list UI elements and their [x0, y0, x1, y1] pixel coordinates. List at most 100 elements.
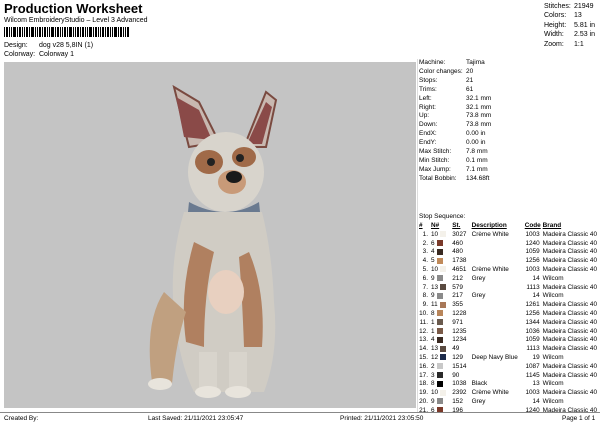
code: 19	[532, 354, 540, 362]
page-footer: Created By: Last Saved: 21/11/2021 23:05…	[0, 412, 600, 425]
stop-sequence-table: # N# St. Description Code Brand 1. 10 3027…	[419, 221, 597, 415]
needle-number: 8	[431, 309, 452, 318]
needle-number: 9	[431, 292, 452, 301]
stitch-count: 212	[452, 274, 463, 282]
color-swatch	[436, 319, 443, 326]
barcode	[4, 27, 129, 37]
info-row: Trims: 61	[419, 85, 474, 93]
info-row: Machine: Tajima	[419, 59, 485, 66]
description	[472, 344, 525, 353]
stat-height: Height: 5.81 in	[544, 21, 596, 29]
colorway-value: Colorway 1	[38, 51, 74, 58]
code: 1059	[525, 336, 540, 344]
stitch-count: 152	[452, 398, 463, 406]
needle-number: 9	[431, 274, 452, 283]
table-row: 15. 12 129 Deep Navy Blue 19 Wilcom	[419, 353, 597, 362]
brand: Madeira Classic 40	[542, 345, 597, 353]
brand: Madeira Classic 40	[542, 266, 597, 274]
info-row: EndY: 0.00 in	[419, 139, 486, 147]
brand: Madeira Classic 40	[542, 310, 597, 318]
brand: Wilcom	[542, 354, 564, 362]
description: Grey	[471, 398, 486, 406]
stitch-count: 129	[452, 354, 463, 362]
description	[472, 336, 525, 345]
table-row: 5. 10 4651 Crème White 1003 Madeira Classic 4…	[419, 265, 597, 274]
description: Crème White	[471, 230, 509, 238]
code: 14	[532, 398, 540, 406]
seq-number: 2.	[422, 239, 428, 247]
needle-number: 13	[431, 283, 452, 292]
color-swatch	[440, 345, 447, 352]
design-label: Design:	[4, 42, 28, 49]
info-row: Up: 73.8 mm	[419, 112, 492, 120]
description	[472, 283, 525, 292]
last-saved: Last Saved: 21/11/2021 23:05:47	[148, 415, 244, 422]
code: 1113	[526, 283, 540, 291]
col-header: Code	[524, 222, 541, 229]
col-header: Description	[471, 222, 507, 229]
info-row: Down: 73.8 mm	[419, 121, 492, 129]
stitch-count: 1228	[452, 310, 467, 318]
color-swatch	[440, 266, 447, 273]
table-row: 13. 4 1234 1059 Madeira Classic 40	[419, 336, 597, 345]
needle-number: 9	[431, 397, 452, 406]
brand: Wilcom	[542, 274, 564, 282]
seq-number: 12.	[419, 327, 428, 335]
needle-number: 6	[431, 239, 452, 248]
design-stats: Stitches: 21949 Colors: 13 Height: 5.81 in …	[544, 2, 595, 49]
brand: Madeira Classic 40	[542, 327, 597, 335]
color-swatch	[436, 248, 443, 255]
color-swatch	[436, 257, 443, 264]
brand: Madeira Classic 40	[542, 283, 597, 291]
created-by: Created By:	[4, 415, 39, 422]
info-row: Color changes: 20	[419, 67, 474, 75]
color-swatch	[440, 231, 447, 238]
needle-number: 1	[431, 327, 452, 336]
table-row: 3. 4 480 1059 Madeira Classic 40	[419, 248, 597, 257]
info-row: Right: 32.1 mm	[419, 103, 492, 111]
stitch-count: 1234	[452, 336, 467, 344]
description	[472, 371, 525, 380]
brand: Madeira Classic 40	[542, 362, 597, 370]
stitch-count: 90	[452, 371, 460, 379]
seq-number: 4.	[422, 257, 428, 265]
table-row: 16. 2 1514 1087 Madeira Classic 40	[419, 362, 597, 371]
stop-sequence-title: Stop Sequence:	[419, 213, 466, 220]
code: 1003	[525, 230, 540, 238]
seq-number: 11.	[419, 318, 428, 326]
stitch-count: 480	[452, 248, 463, 256]
table-row: 8. 9 217 Grey 14 Wilcom	[419, 292, 597, 301]
stitch-count: 49	[452, 345, 460, 353]
code: 1036	[525, 327, 540, 335]
description: Grey	[471, 274, 486, 282]
stitch-count: 1038	[452, 380, 467, 388]
code: 1261	[525, 301, 540, 309]
info-row: EndX: 0.00 in	[419, 130, 486, 138]
code: 13	[532, 380, 540, 388]
seq-number: 5.	[422, 266, 428, 274]
needle-number: 8	[431, 380, 452, 389]
seq-number: 10.	[419, 310, 428, 318]
code: 1256	[525, 310, 540, 318]
color-swatch	[440, 354, 447, 361]
color-swatch	[436, 371, 443, 378]
colorway-row: Colorway: Colorway 1	[4, 51, 74, 58]
color-swatch	[436, 327, 443, 334]
seq-number: 20.	[419, 398, 428, 406]
machine-info: Machine: Tajima Color changes: 20 Stops: 21…	[419, 59, 597, 184]
code: 1003	[525, 389, 540, 397]
brand: Wilcom	[542, 398, 564, 406]
color-swatch	[436, 240, 443, 246]
code: 1256	[525, 257, 540, 265]
stitch-count: 1514	[452, 362, 467, 370]
code: 1059	[525, 248, 540, 256]
table-row: 19. 10 2392 Crème White 1003 Madeira Classic …	[419, 388, 597, 397]
needle-number: 1	[431, 318, 452, 327]
divider	[417, 59, 418, 412]
description: Crème White	[471, 389, 509, 397]
description	[472, 327, 525, 336]
needle-number: 4	[431, 336, 452, 345]
page-number: Page 1 of 1	[562, 415, 596, 422]
seq-number: 1.	[422, 230, 428, 238]
dog-embroidery-image	[148, 84, 278, 398]
